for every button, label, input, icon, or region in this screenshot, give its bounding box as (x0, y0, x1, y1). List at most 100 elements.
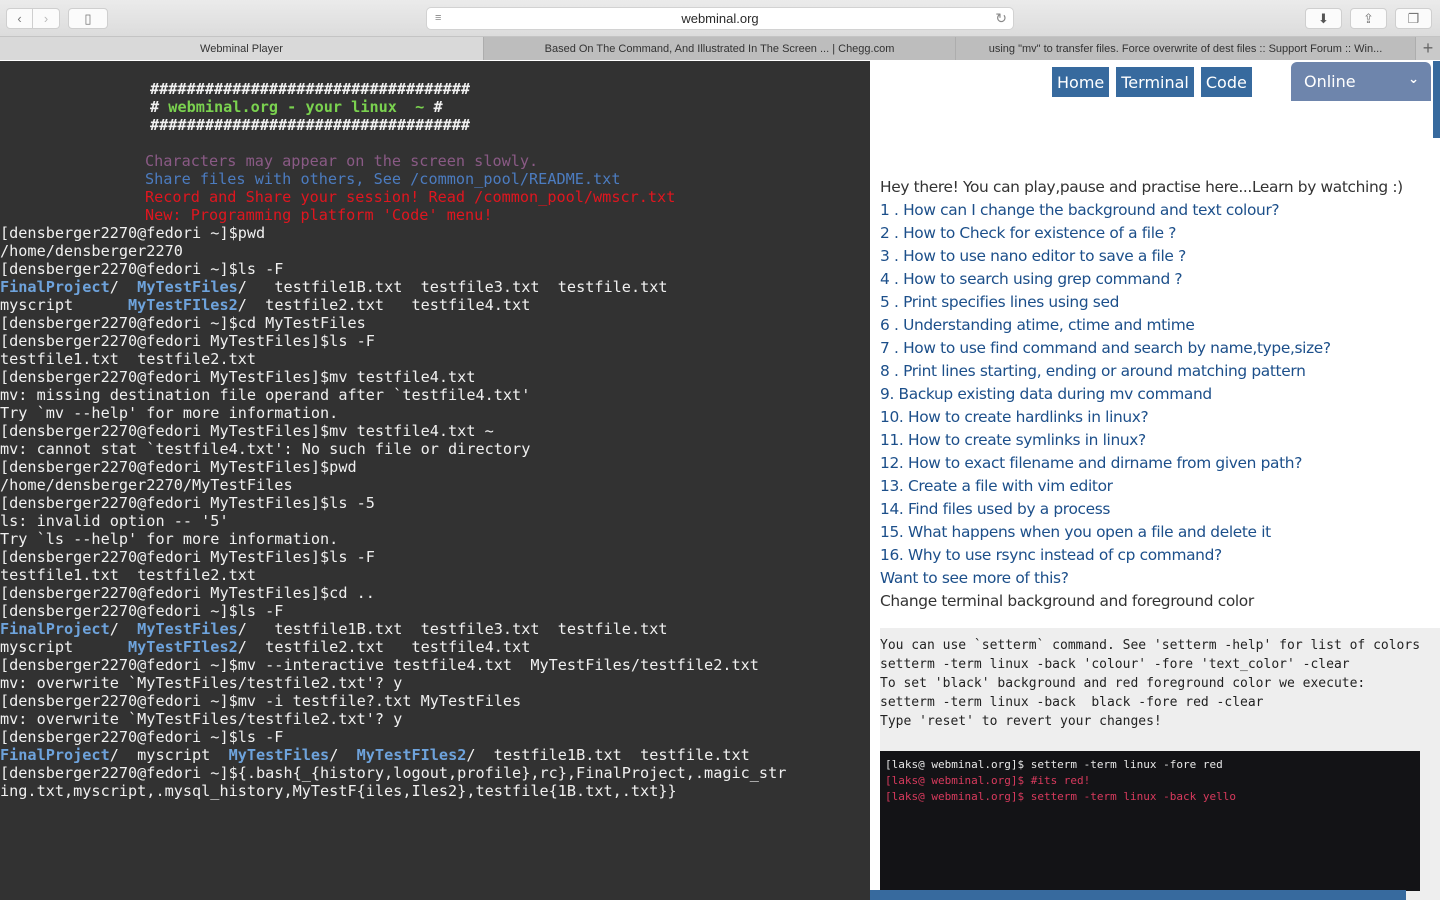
lesson-link[interactable]: 5 . Print specifies lines using sed (880, 291, 1440, 314)
lesson-link[interactable]: 4 . How to search using grep command ? (880, 268, 1440, 291)
terminal-text: / (329, 746, 357, 764)
terminal-text: [densberger2270@fedori MyTestFiles]$ls -… (0, 548, 375, 566)
code-line: You can use `setterm` command. See 'sett… (880, 638, 1421, 653)
chevron-left-icon: ‹ (17, 11, 22, 26)
code-line: Type 'reset' to revert your changes! (880, 714, 1162, 729)
forward-button[interactable]: › (33, 8, 60, 29)
terminal-text: / testfile1B.txt testfile.txt (466, 746, 750, 764)
nav-home-button[interactable]: Home (1052, 67, 1110, 97)
more-lessons-link[interactable]: Want to see more of this? (880, 567, 1440, 590)
terminal-text: / (109, 278, 138, 296)
terminal-line: mv: cannot stat `testfile4.txt': No such… (0, 440, 870, 458)
lesson-link[interactable]: 11. How to create symlinks in linux? (880, 429, 1440, 452)
url-text: webminal.org (681, 11, 759, 26)
terminal-text: [densberger2270@fedori ~]$ls -F (0, 602, 284, 620)
terminal-line: [densberger2270@fedori ~]$ls -F (0, 602, 870, 620)
terminal-line: [densberger2270@fedori ~]${.bash{_{histo… (0, 764, 870, 782)
terminal-line: [densberger2270@fedori MyTestFiles]$ls -… (0, 548, 870, 566)
terminal-line: [densberger2270@fedori MyTestFiles]$ls -… (0, 332, 870, 350)
lesson-link[interactable]: 13. Create a file with vim editor (880, 475, 1440, 498)
terminal-line: [densberger2270@fedori MyTestFiles]$mv t… (0, 368, 870, 386)
directory-name: FinalProject (0, 620, 110, 638)
directory-name: MyTestFIles2 (356, 746, 467, 764)
terminal-text: [densberger2270@fedori ~]${.bash{_{histo… (0, 764, 787, 782)
terminal-line: [densberger2270@fedori ~]$cd MyTestFiles (0, 314, 870, 332)
terminal-text: mv: overwrite `MyTestFiles/testfile2.txt… (0, 674, 403, 692)
terminal-text: / testfile2.txt testfile4.txt (237, 638, 531, 656)
terminal-text: [densberger2270@fedori MyTestFiles]$cd .… (0, 584, 375, 602)
lesson-link[interactable]: 1 . How can I change the background and … (880, 199, 1440, 222)
reload-icon[interactable]: ↻ (995, 10, 1007, 27)
nav-terminal-button[interactable]: Terminal (1116, 67, 1194, 97)
nav-code-button[interactable]: Code (1200, 67, 1252, 97)
history-nav: ‹ › (6, 8, 60, 29)
terminal-text: [densberger2270@fedori MyTestFiles]$ls -… (0, 494, 375, 512)
scrollbar-thumb[interactable] (1433, 61, 1440, 138)
terminal-text: Try `mv --help' for more information. (0, 404, 339, 422)
tab-overview-button[interactable]: ❐ (1395, 8, 1432, 29)
chevron-down-icon: ⌄ (1408, 72, 1419, 87)
tab-bar: Webminal Player Based On The Command, An… (0, 37, 1440, 60)
address-bar[interactable]: ≡ webminal.org ↻ (426, 7, 1014, 30)
motd-share: Share files with others, See /common_poo… (145, 170, 621, 188)
lesson-link[interactable]: 9. Backup existing data during mv comman… (880, 383, 1440, 406)
directory-name: FinalProject (0, 278, 110, 296)
terminal-text: [densberger2270@fedori ~]$cd MyTestFiles (0, 314, 366, 332)
banner-hash: # (150, 98, 169, 116)
terminal-line: testfile1.txt testfile2.txt (0, 350, 870, 368)
status-select[interactable]: Online ⌄ (1291, 62, 1431, 101)
lesson-code: You can use `setterm` command. See 'sett… (880, 636, 1440, 731)
download-icon: ⬇ (1318, 10, 1329, 26)
sidebar-button[interactable]: ▯ (68, 8, 108, 29)
terminal-line: [densberger2270@fedori MyTestFiles]$pwd (0, 458, 870, 476)
terminal-text: [densberger2270@fedori MyTestFiles]$mv t… (0, 368, 476, 386)
tab-webminal-player[interactable]: Webminal Player (0, 37, 484, 60)
terminal-text: /home/densberger2270 (0, 242, 183, 260)
lesson-link[interactable]: 12. How to exact filename and dirname fr… (880, 452, 1440, 475)
terminal-output: [densberger2270@fedori ~]$pwd/home/densb… (0, 224, 870, 800)
banner-title: webminal.org - your linux ~ (168, 98, 425, 116)
share-button[interactable]: ⇪ (1350, 8, 1387, 29)
lesson-link[interactable]: 14. Find files used by a process (880, 498, 1440, 521)
lesson-link[interactable]: 10. How to create hardlinks in linux? (880, 406, 1440, 429)
terminal-text: / myscript (109, 746, 229, 764)
terminal-line: mv: overwrite `MyTestFiles/testfile2.txt… (0, 674, 870, 692)
lesson-link[interactable]: 7 . How to use find command and search b… (880, 337, 1440, 360)
lesson-link[interactable]: 2 . How to Check for existence of a file… (880, 222, 1440, 245)
demo-terminal-line: [laks@ webminal.org]$ setterm -term linu… (885, 790, 1236, 803)
terminal[interactable]: ################################### # we… (0, 61, 870, 900)
terminal-line: [densberger2270@fedori ~]$ls -F (0, 260, 870, 278)
sidebar-icon: ▯ (84, 10, 92, 26)
lesson-link[interactable]: 6 . Understanding atime, ctime and mtime (880, 314, 1440, 337)
chevron-right-icon: › (43, 11, 49, 26)
terminal-text: / testfile1B.txt testfile3.txt testfile.… (237, 620, 668, 638)
tab-title: Webminal Player (200, 42, 283, 55)
tab-support-forum[interactable]: using "mv" to transfer files. Force over… (956, 37, 1416, 60)
terminal-text: myscript (0, 296, 129, 314)
horizontal-scrollbar[interactable] (870, 890, 1406, 900)
reader-icon[interactable]: ≡ (435, 12, 449, 24)
terminal-line: mv: overwrite `MyTestFiles/testfile2.txt… (0, 710, 870, 728)
lesson-link[interactable]: 3 . How to use nano editor to save a fil… (880, 245, 1440, 268)
terminal-text: [densberger2270@fedori MyTestFiles]$pwd (0, 458, 357, 476)
downloads-button[interactable]: ⬇ (1305, 8, 1342, 29)
lesson-link[interactable]: 8 . Print lines starting, ending or arou… (880, 360, 1440, 383)
share-icon: ⇪ (1363, 10, 1374, 26)
lesson-panel: Home Terminal Code Online ⌄ Hey there! Y… (870, 61, 1440, 900)
lesson-link[interactable]: 16. Why to use rsync instead of cp comma… (880, 544, 1440, 567)
terminal-text: / testfile2.txt testfile4.txt (237, 296, 531, 314)
new-tab-button[interactable]: + (1416, 37, 1440, 60)
tab-chegg[interactable]: Based On The Command, And Illustrated In… (484, 37, 956, 60)
terminal-line: myscript MyTestFIles2/ testfile2.txt tes… (0, 638, 870, 656)
terminal-text: Try `ls --help' for more information. (0, 530, 339, 548)
terminal-line: [densberger2270@fedori ~]$mv -i testfile… (0, 692, 870, 710)
terminal-text: / testfile1B.txt testfile3.txt testfile.… (237, 278, 668, 296)
terminal-line: FinalProject/ MyTestFiles/ testfile1B.tx… (0, 620, 870, 638)
lesson-list: Hey there! You can play,pause and practi… (880, 176, 1440, 613)
plus-icon: + (1422, 38, 1434, 58)
terminal-line: myscript MyTestFIles2/ testfile2.txt tes… (0, 296, 870, 314)
motd-slow: Characters may appear on the screen slow… (145, 152, 539, 170)
directory-name: MyTestFiles (137, 278, 238, 296)
lesson-link[interactable]: 15. What happens when you open a file an… (880, 521, 1440, 544)
back-button[interactable]: ‹ (6, 8, 33, 29)
